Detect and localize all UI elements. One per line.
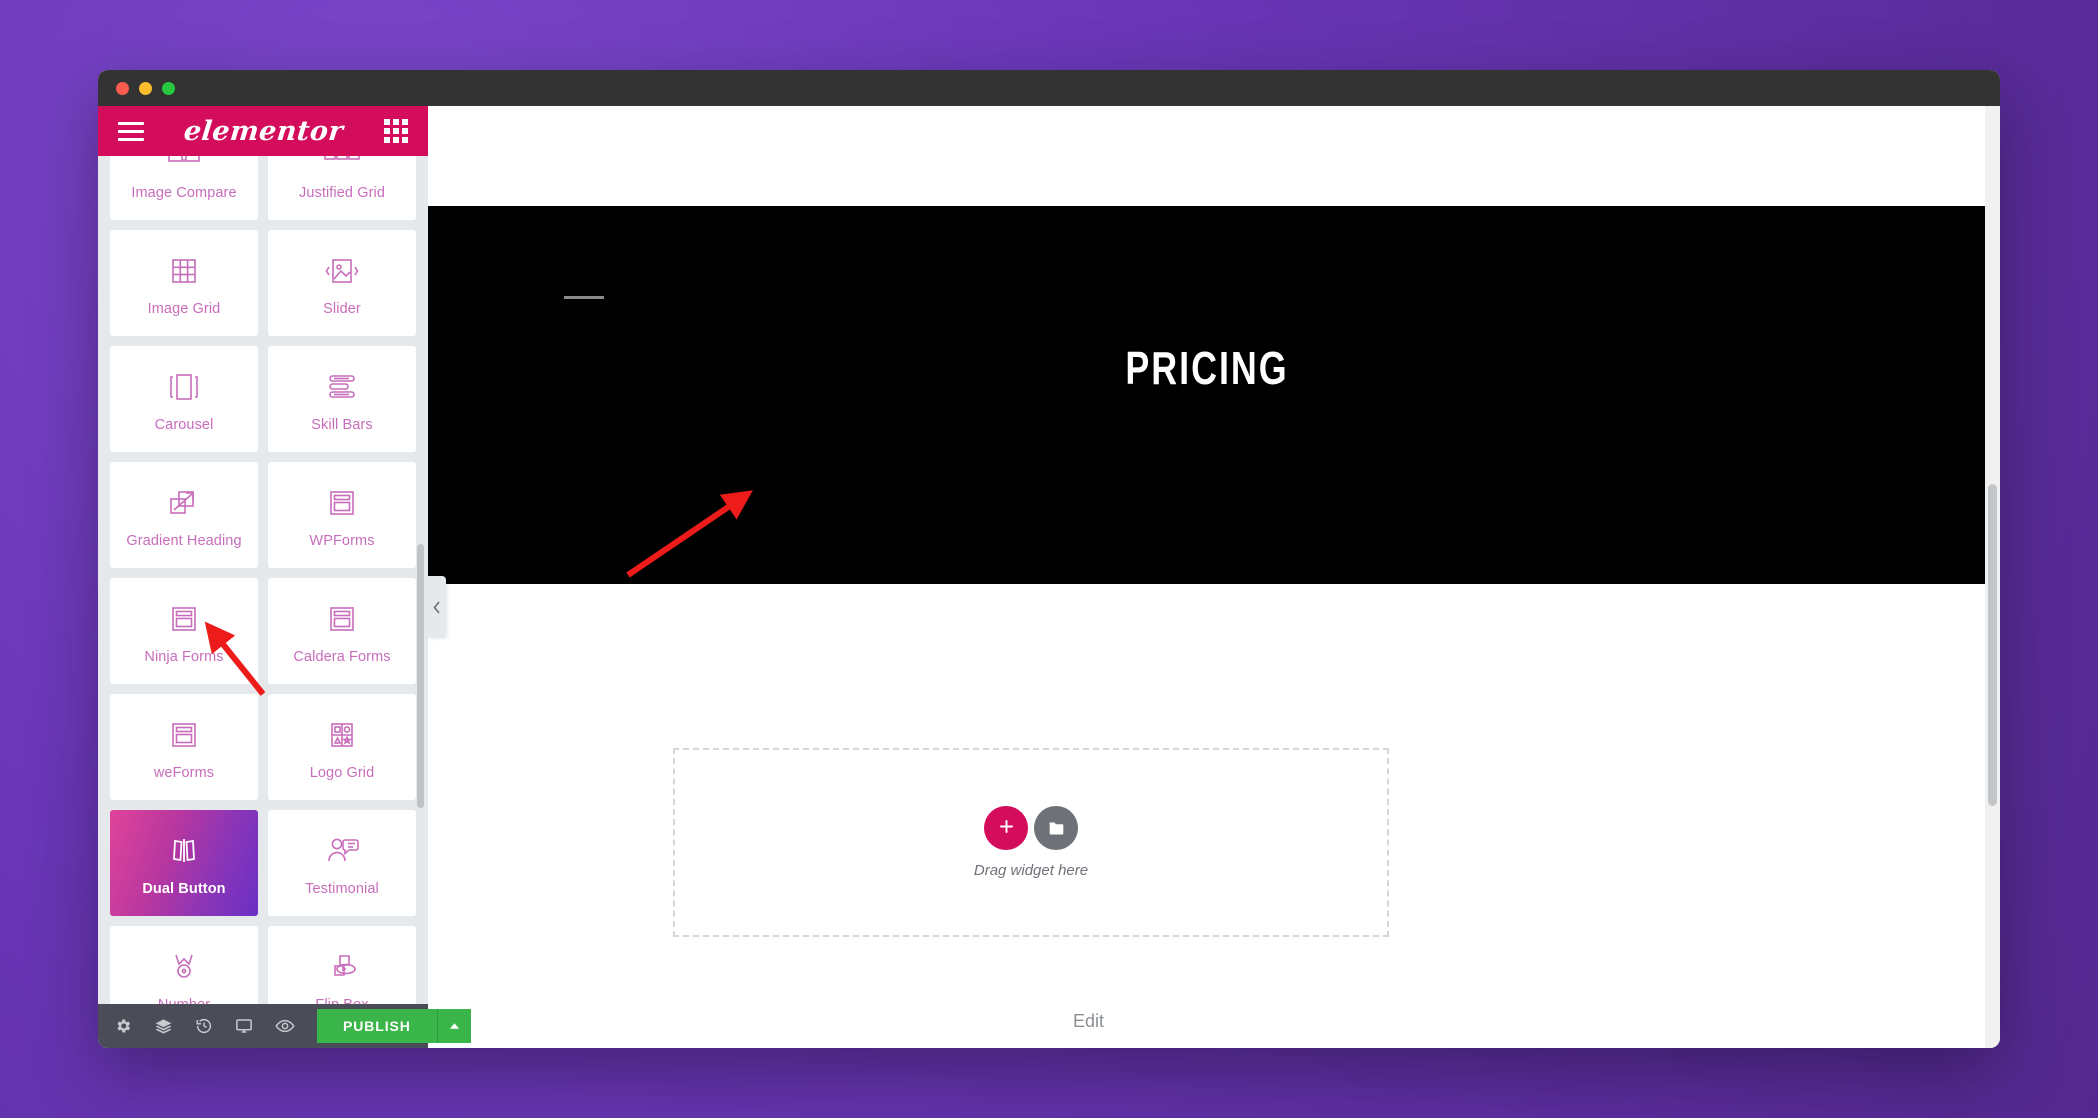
widget-card-label: Logo Grid [309,764,375,781]
weforms-icon [162,714,206,756]
panel-collapse-button[interactable] [428,576,446,638]
gear-icon[interactable] [114,1017,132,1035]
canvas-scroll-area[interactable]: PRICING Drag widget here Edit [428,106,2000,1048]
browser-window: elementor Image Compare Justified Grid Ima… [98,70,2000,1048]
window-titlebar [98,70,2000,106]
widget-card-caldera-forms[interactable]: Caldera Forms [268,578,416,684]
widget-card-label: Image Grid [147,300,221,317]
widget-card-image-grid[interactable]: Image Grid [110,230,258,336]
logo-grid-icon [320,714,364,756]
widget-dropzone[interactable]: Drag widget here [673,748,1389,937]
widget-card-label: Flip Box [315,997,368,1005]
justified-grid-icon [320,156,364,176]
widget-card-label: Number [158,997,210,1005]
panel-header: elementor [98,106,428,156]
widget-list-scroll[interactable]: Image Compare Justified Grid Image Grid Sli… [98,156,428,1004]
window-minimize-button[interactable] [139,81,152,95]
dropzone-hint: Drag widget here [973,862,1089,879]
widget-card-dual-button[interactable]: Dual Button [110,810,258,916]
carousel-icon [162,366,206,408]
widget-card-carousel[interactable]: Carousel [110,346,258,452]
skill-bars-icon [320,366,364,408]
dropzone-template-button[interactable] [1034,806,1078,850]
widget-card-slider[interactable]: Slider [268,230,416,336]
number-icon [162,946,206,988]
widget-card-testimonial[interactable]: Testimonial [268,810,416,916]
window-maximize-button[interactable] [162,81,175,95]
dual-button-icon [162,830,206,872]
widget-card-ninja-forms[interactable]: Ninja Forms [110,578,258,684]
canvas-scrollbar-thumb[interactable] [1988,484,1997,806]
widget-grid: Image Compare Justified Grid Image Grid Sli… [110,156,416,1004]
widget-card-flip-box[interactable]: Flip Box [268,926,416,1004]
widget-card-label: Justified Grid [298,184,385,201]
publish-button[interactable]: PUBLISH [317,1009,437,1043]
widget-card-label: Gradient Heading [126,532,242,549]
hamburger-icon[interactable] [118,121,144,141]
dropzone-buttons [984,806,1078,850]
panel-scrollbar[interactable] [417,544,424,808]
widget-card-gradient-heading[interactable]: Gradient Heading [110,462,258,568]
page-canvas: PRICING Drag widget here Edit [428,106,2000,1048]
history-icon[interactable] [195,1017,213,1035]
widget-card-justified-grid[interactable]: Justified Grid [268,156,416,220]
elementor-panel: elementor Image Compare Justified Grid Ima… [98,106,471,1048]
widget-card-label: weForms [153,764,215,781]
app-body: elementor Image Compare Justified Grid Ima… [98,106,2000,1048]
widget-card-skill-bars[interactable]: Skill Bars [268,346,416,452]
widget-card-weforms[interactable]: weForms [110,694,258,800]
slider-icon [320,250,364,292]
publish-group: PUBLISH [317,1009,471,1043]
widget-card-wpforms[interactable]: WPForms [268,462,416,568]
widget-card-number[interactable]: Number [110,926,258,1004]
widget-card-label: Image Compare [131,184,237,201]
apps-grid-icon[interactable] [383,119,408,143]
widget-card-label: Slider [323,300,361,317]
hero-divider [564,296,604,299]
layers-icon[interactable] [154,1017,173,1036]
widget-card-label: WPForms [309,532,375,549]
ninja-forms-icon [162,598,206,640]
widget-card-label: Dual Button [142,880,226,897]
edit-link[interactable]: Edit [1073,1011,1104,1032]
widget-card-label: Testimonial [305,880,379,897]
monitor-icon[interactable] [235,1017,253,1035]
widget-card-image-compare[interactable]: Image Compare [110,156,258,220]
hero-section[interactable]: PRICING [428,206,1986,584]
publish-options-button[interactable] [436,1009,471,1043]
caldera-forms-icon [320,598,364,640]
testimonial-icon [320,830,364,872]
image-compare-icon [162,156,206,176]
hero-title: PRICING [1125,342,1289,394]
wpforms-icon [320,482,364,524]
window-close-button[interactable] [116,81,129,95]
elementor-logo: elementor [182,115,346,147]
dropzone-add-button[interactable] [984,806,1028,850]
image-grid-icon [162,250,206,292]
widget-card-label: Skill Bars [311,416,373,433]
widget-card-logo-grid[interactable]: Logo Grid [268,694,416,800]
panel-footer: PUBLISH [98,1004,471,1048]
eye-icon[interactable] [275,1016,295,1036]
flip-box-icon [320,946,364,988]
widget-card-label: Caldera Forms [293,648,391,665]
widget-card-label: Ninja Forms [144,648,224,665]
gradient-heading-icon [162,482,206,524]
widget-card-label: Carousel [154,416,214,433]
